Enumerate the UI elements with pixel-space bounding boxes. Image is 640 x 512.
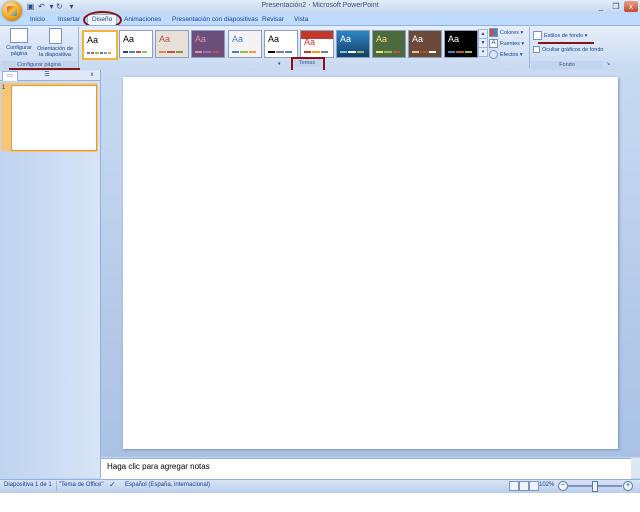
theme-thumbnail[interactable]: Aa (191, 30, 225, 58)
themes-more-icon[interactable]: ▾ (478, 47, 488, 57)
orientation-label: Orientación de la diapositiva (37, 46, 73, 58)
theme-thumbnail[interactable]: Aa (155, 30, 189, 58)
slide-count: Diapositiva 1 de 1 (4, 482, 52, 488)
orientation-icon (48, 28, 62, 44)
colors-label: Colores (500, 29, 519, 36)
theme-thumbnail[interactable]: Aa (82, 30, 118, 60)
slide-number: 1 (2, 85, 6, 91)
fonts-button[interactable]: A Fuentes ▾ (489, 39, 524, 48)
page-setup-label: Configurar página (6, 45, 32, 57)
page-setup-button[interactable]: Configurar página (2, 28, 36, 60)
hide-background-graphics-label: Ocultar gráficos de fondo (542, 47, 604, 53)
office-button[interactable] (2, 1, 22, 21)
annotation-underline (538, 42, 594, 44)
tab-insertar[interactable]: Insertar (58, 15, 80, 25)
minimize-button[interactable]: _ (594, 1, 608, 12)
normal-view-icon[interactable] (509, 481, 519, 491)
fonts-label: Fuentes (500, 40, 520, 47)
slideshow-view-icon[interactable] (529, 481, 539, 491)
theme-thumbnail[interactable]: Aa (264, 30, 298, 58)
theme-thumbnail[interactable]: Aa (444, 30, 478, 58)
theme-thumbnail[interactable]: Aa (228, 30, 262, 58)
slide-canvas[interactable] (123, 77, 618, 449)
theme-thumbnail[interactable]: Aa (372, 30, 406, 58)
theme-thumb-label: Aa (268, 34, 280, 44)
group-label-background: Fondo (531, 61, 603, 69)
save-icon[interactable]: ▣ (26, 2, 35, 11)
colors-button[interactable]: Colores ▾ (489, 28, 523, 37)
theme-thumb-label: Aa (376, 34, 388, 44)
tab-vista[interactable]: Vista (294, 15, 308, 25)
zoom-level[interactable]: 102% (539, 482, 554, 488)
effects-button[interactable]: Efectos ▾ (489, 50, 523, 59)
background-dialog-launcher-icon[interactable]: ↘ (606, 61, 610, 67)
theme-name: "Tema de Office" (59, 482, 104, 488)
theme-thumbnail[interactable]: Aa (119, 30, 153, 58)
close-pane-icon[interactable]: x (85, 71, 99, 80)
fonts-icon: A (489, 39, 498, 48)
tab-animaciones[interactable]: Animaciones (124, 15, 161, 25)
restore-button[interactable]: ❐ (609, 1, 623, 12)
slide-thumbnail[interactable] (11, 85, 97, 151)
colors-icon (489, 28, 498, 37)
effects-icon (489, 50, 498, 59)
themes-expand-icon[interactable]: ▾ (278, 61, 281, 67)
tab-inicio[interactable]: Inicio (30, 15, 45, 25)
page-setup-icon (10, 28, 28, 43)
window-title: Presentación2 - Microsoft PowerPoint (261, 2, 379, 9)
theme-thumb-label: Aa (159, 34, 171, 44)
theme-thumb-label: Aa (448, 34, 460, 44)
background-styles-button[interactable]: Estilos de fondo ▾ (533, 31, 587, 40)
zoom-slider-thumb[interactable] (592, 481, 598, 492)
hide-background-graphics-checkbox[interactable]: Ocultar gráficos de fondo (533, 46, 603, 55)
theme-thumbnail[interactable]: Aa (336, 30, 370, 58)
office-logo-icon (7, 6, 17, 16)
theme-thumbnail[interactable]: Aa (300, 30, 334, 58)
theme-thumb-label: Aa (87, 35, 99, 45)
tab-revisar[interactable]: Revisar (262, 15, 284, 25)
notes-placeholder[interactable]: Haga clic para agregar notas (107, 462, 210, 471)
theme-thumb-label: Aa (123, 34, 135, 44)
outline-tab-icon[interactable]: ☰ (40, 71, 54, 80)
tab-presentacion[interactable]: Presentación con diapositivas (172, 15, 258, 25)
background-styles-icon (533, 31, 542, 40)
zoom-in-icon[interactable]: + (623, 481, 633, 491)
customize-qat-icon[interactable]: ▾ (67, 2, 76, 11)
slides-tab-icon[interactable]: ▭ (2, 71, 18, 81)
theme-thumb-label: Aa (195, 34, 207, 44)
effects-label: Efectos (500, 51, 519, 58)
group-separator (78, 27, 79, 68)
theme-thumbnail[interactable]: Aa (408, 30, 442, 58)
theme-thumb-label: Aa (340, 34, 352, 44)
orientation-button[interactable]: Orientación de la diapositiva (36, 28, 74, 60)
theme-thumb-label: Aa (412, 34, 424, 44)
spellcheck-icon[interactable]: ✓ (109, 480, 116, 489)
status-separator (56, 481, 57, 491)
undo-icon[interactable]: ↶ (37, 2, 46, 11)
checkbox-icon (533, 46, 540, 54)
background-strip (0, 493, 640, 512)
language[interactable]: Español (España, internacional) (125, 482, 210, 488)
slide-sorter-view-icon[interactable] (519, 481, 529, 491)
redo-icon[interactable]: ↻ (55, 2, 64, 11)
theme-thumb-label: Aa (304, 37, 316, 47)
group-separator (529, 27, 530, 68)
notes-scrollbar[interactable] (631, 458, 640, 478)
close-button[interactable]: x (624, 1, 638, 12)
background-styles-label: Estilos de fondo (544, 32, 584, 39)
theme-thumb-label: Aa (232, 34, 244, 44)
